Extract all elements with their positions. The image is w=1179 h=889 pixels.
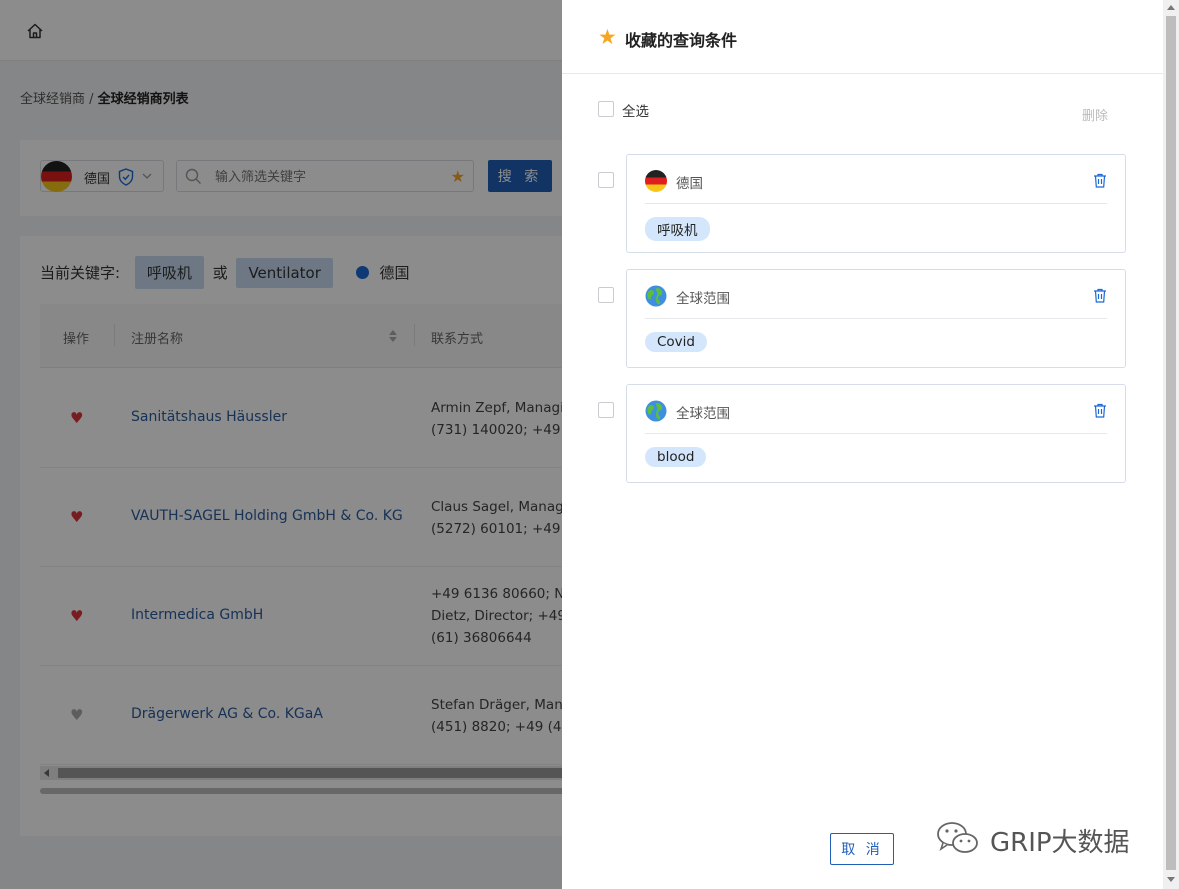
item-checkbox[interactable] (598, 402, 614, 418)
card-divider (645, 203, 1107, 204)
query-region: 德国 (676, 176, 703, 192)
scrollbar-thumb[interactable] (1166, 16, 1176, 870)
delete-button[interactable]: 删除 (1082, 105, 1108, 124)
scroll-up-icon[interactable] (1167, 5, 1175, 10)
trash-icon[interactable] (1093, 173, 1107, 188)
select-all-checkbox[interactable] (598, 101, 614, 117)
trash-icon[interactable] (1093, 403, 1107, 418)
globe-icon (645, 400, 667, 422)
wechat-icon (937, 822, 978, 853)
germany-flag-icon (645, 170, 667, 192)
favorite-query-card[interactable]: 全球范围 blood (626, 384, 1126, 483)
favorite-query-card[interactable]: 全球范围 Covid (626, 269, 1126, 368)
keyword-tag: Covid (645, 332, 707, 352)
item-checkbox[interactable] (598, 172, 614, 188)
select-all-label[interactable]: 全选 (622, 100, 649, 120)
vertical-scrollbar[interactable] (1163, 0, 1179, 889)
scroll-down-icon[interactable] (1167, 877, 1175, 882)
card-divider (645, 433, 1107, 434)
star-icon: ★ (598, 25, 617, 49)
keyword-tag: blood (645, 447, 707, 467)
query-region: 全球范围 (676, 406, 730, 422)
globe-icon (645, 285, 667, 307)
keyword-tag: 呼吸机 (645, 217, 710, 241)
query-region: 全球范围 (676, 291, 730, 307)
trash-icon[interactable] (1093, 288, 1107, 303)
favorite-query-card[interactable]: 德国 呼吸机 (626, 154, 1126, 253)
drawer-header: ★ 收藏的查询条件 (562, 0, 1163, 74)
item-checkbox[interactable] (598, 287, 614, 303)
watermark-text: GRIP大数据 (990, 828, 1130, 858)
cancel-button[interactable]: 取 消 (830, 833, 894, 865)
card-divider (645, 318, 1107, 319)
favorites-drawer: ★ 收藏的查询条件 全选 删除 德国 呼吸机 全球范围 Covid 全球范围 b… (562, 0, 1163, 889)
drawer-title: 收藏的查询条件 (625, 31, 738, 50)
